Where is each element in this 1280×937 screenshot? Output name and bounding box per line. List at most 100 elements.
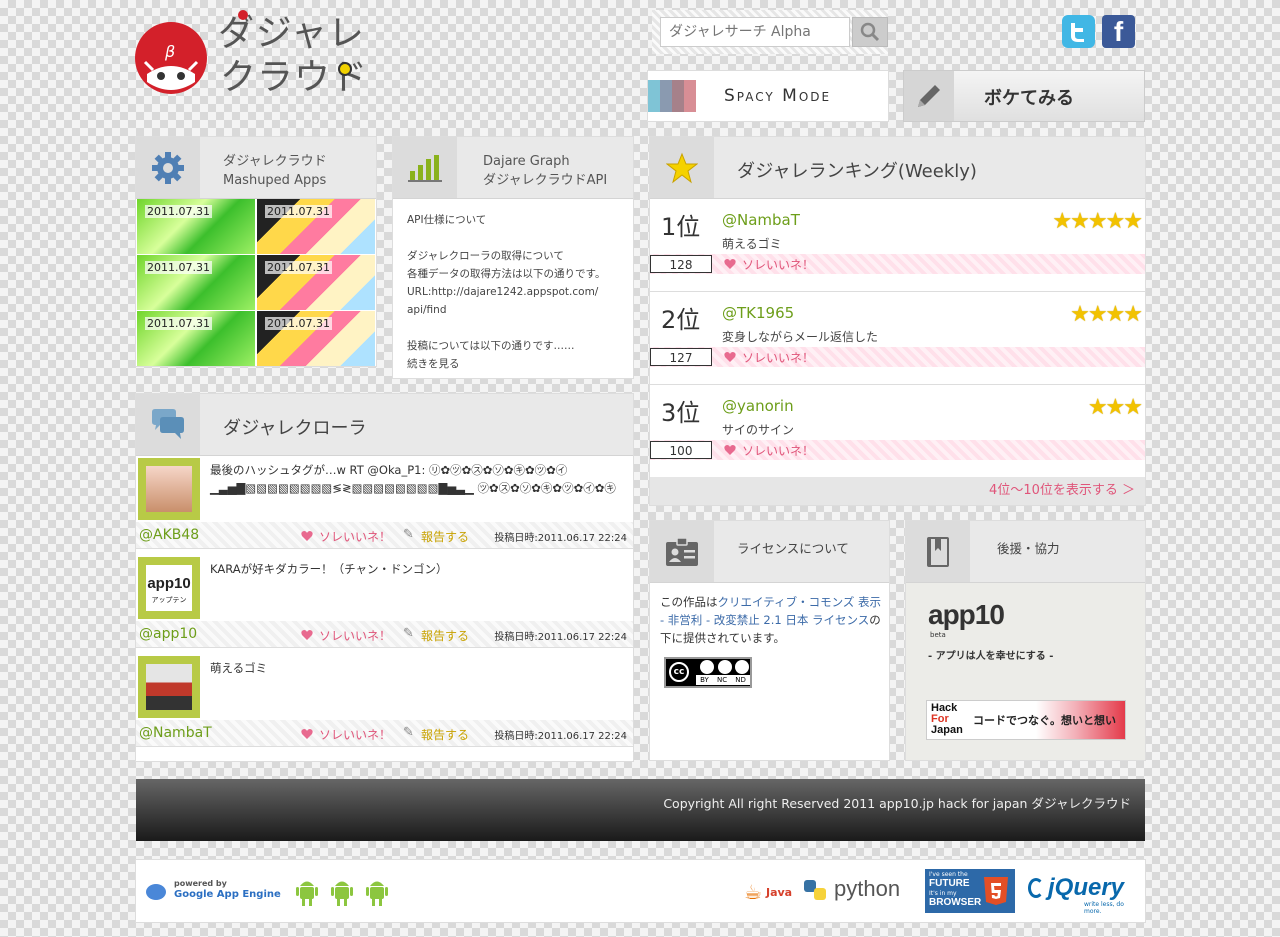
book-icon-box (906, 521, 970, 582)
avatar-app10-logo: app10 アップテン (146, 565, 192, 611)
hfj-logo-line: Japan (931, 724, 963, 736)
google-app-engine-logo[interactable]: powered by Google App Engine (146, 878, 281, 906)
html5-future-badge[interactable]: I've seen the FUTURE It's in my BROWSER (925, 869, 1015, 913)
app10-logo[interactable]: app10 (928, 599, 1005, 631)
app-thumbnail[interactable]: 2011.07.31 (137, 311, 255, 366)
heart-icon (724, 352, 736, 362)
ranking-user-link[interactable]: @yanorin (722, 397, 794, 415)
report-button[interactable]: 報告する (421, 627, 469, 644)
like-button[interactable]: ソレいいネ！ (742, 442, 814, 459)
chat-bubble-icon (152, 408, 184, 439)
logo-dot-red (238, 10, 248, 20)
crawler-panel: ダジャレクローラ 最後のハッシュタグが…w RT @Oka_P1: ㋷✿㋡✿㋜✿… (136, 394, 633, 761)
report-button[interactable]: 報告する (421, 726, 469, 743)
python-snake-icon (814, 888, 826, 900)
show-more-ranking-link[interactable]: 4位〜10位を表示する ＞ (650, 477, 1145, 505)
avatar[interactable] (138, 458, 200, 520)
app10-beta-label: beta (930, 631, 946, 639)
twitter-button[interactable] (1062, 15, 1095, 48)
heart-icon (301, 630, 313, 640)
app-thumbnail[interactable]: 2011.07.31 (257, 311, 375, 366)
jquery-logo[interactable]: jQuery write less, do more. (1028, 874, 1138, 915)
java-cup-icon: ☕ (744, 880, 762, 904)
crawler-title: ダジャレクローラ (223, 418, 367, 439)
ranking-position: 2位 (661, 306, 701, 334)
avatar[interactable] (138, 656, 200, 718)
hack-for-japan-text: コードでつなぐ。想いと想い (973, 714, 1116, 727)
graph-header: Dajare Graph ダジャレクラウドAPI (393, 137, 633, 199)
ranking-position: 3位 (661, 399, 701, 427)
support-title: 後援・協力 (997, 541, 1060, 556)
hack-for-japan-banner[interactable]: Hack For Japan コードでつなぐ。想いと想い (926, 700, 1126, 740)
logo-dot-yellow (338, 62, 352, 76)
boke-label: ボケてみる (984, 88, 1074, 109)
site-logo[interactable]: ダジャレ クラウド (218, 10, 368, 100)
rating-stars: ★★★★ (1070, 302, 1143, 327)
search-input[interactable] (660, 17, 850, 47)
api-line: ダジャレクローラの取得について (407, 250, 564, 262)
post-date: 投稿日時:2011.06.17 22:24 (494, 533, 627, 544)
user-link[interactable]: @app10 (139, 626, 197, 642)
thumbnail-date: 2011.07.31 (265, 317, 332, 330)
app-thumbnail[interactable]: 2011.07.31 (137, 255, 255, 310)
thumbnail-date: 2011.07.31 (145, 261, 212, 274)
facebook-button[interactable]: f (1102, 15, 1135, 48)
search-button[interactable] (852, 17, 888, 47)
like-bar: 128 ソレいいネ！ (650, 254, 1145, 274)
api-blank-line (407, 229, 605, 247)
paperclip-icon: ✎ (403, 626, 414, 641)
api-description: API仕様について ダジャレクローラの取得について 各種データの取得方法は以下の… (407, 211, 605, 373)
gae-powered-by: powered by (174, 879, 227, 888)
read-more-link[interactable]: 続きを見る (407, 355, 605, 373)
mascot-beta-badge: β (165, 42, 176, 61)
ranking-user-link[interactable]: @TK1965 (722, 304, 794, 322)
like-button[interactable]: ソレいいネ！ (319, 726, 391, 743)
like-button[interactable]: ソレいいネ！ (742, 349, 814, 366)
boke-button[interactable]: ボケてみる (904, 71, 1144, 121)
ranking-item: 3位 @yanorin ★★★ サイのサイン 100 ソレいいネ！ (650, 385, 1145, 478)
avatar[interactable]: app10 アップテン (138, 557, 200, 619)
crawler-item-footer: @app10 ソレいいネ！ ✎ 報告する 投稿日時:2011.06.17 22:… (136, 621, 633, 648)
avatar-app10-text: app10 (147, 575, 191, 592)
user-link[interactable]: @AKB48 (139, 527, 199, 543)
ranking-dajare-text: 萌えるゴミ (722, 237, 782, 251)
sponsor-list: app10 beta - アプリは人を幸せにする - Hack For Japa… (906, 583, 1145, 760)
python-logo[interactable]: python (804, 874, 914, 908)
app-thumbnail[interactable]: 2011.07.31 (257, 199, 375, 254)
ranking-dajare-text: サイのサイン (722, 423, 795, 437)
nc-icon (718, 660, 732, 674)
rating-stars: ★★★★★ (1052, 209, 1143, 234)
pencil-icon (918, 85, 940, 107)
twitter-icon (1071, 23, 1084, 42)
ranking-dajare-text: 変身しながらメール返信した (722, 330, 879, 344)
like-button[interactable]: ソレいいネ！ (319, 627, 391, 644)
cc-badge-nd: ND (735, 676, 746, 684)
nd-icon (735, 660, 749, 674)
mascot-logo[interactable]: β (135, 22, 207, 94)
java-label: Java (766, 886, 793, 899)
like-count: 100 (650, 441, 712, 459)
app-thumbnail[interactable]: 2011.07.31 (137, 199, 255, 254)
id-card-icon-box (650, 521, 714, 582)
cc-badge-labels: BY NC ND (696, 675, 750, 685)
thumbnail-date: 2011.07.31 (145, 205, 212, 218)
ranking-user-link[interactable]: @NambaT (722, 211, 800, 229)
like-button[interactable]: ソレいいネ！ (742, 256, 814, 273)
user-link[interactable]: @NambaT (139, 725, 212, 741)
java-logo[interactable]: ☕ Java (744, 876, 794, 908)
future-big-1: FUTURE (929, 878, 970, 889)
jquery-label: jQuery (1048, 874, 1125, 901)
future-small-2: It's in my (929, 890, 957, 897)
dajare-text: 最後のハッシュタグが…w RT @Oka_P1: ㋷✿㋡✿㋜✿㋞✿㋖✿㋡✿㋑ ▁… (210, 463, 616, 495)
spacy-mode-button[interactable]: Spacy Mode (648, 71, 888, 121)
like-button[interactable]: ソレいいネ！ (319, 528, 391, 545)
support-panel: 後援・協力 app10 beta - アプリは人を幸せにする - Hack Fo… (906, 521, 1145, 760)
report-button[interactable]: 報告する (421, 528, 469, 545)
graph-title-2: ダジャレクラウドAPI (483, 173, 608, 188)
mashup-title-2: Mashuped Apps (223, 173, 327, 188)
cc-license-badge[interactable]: cc BY NC ND (664, 657, 752, 688)
thumbnail-date: 2011.07.31 (145, 317, 212, 330)
app-thumbnail[interactable]: 2011.07.31 (257, 255, 375, 310)
spacy-mode-label: Spacy Mode (724, 86, 832, 106)
star-icon-box (650, 137, 714, 198)
